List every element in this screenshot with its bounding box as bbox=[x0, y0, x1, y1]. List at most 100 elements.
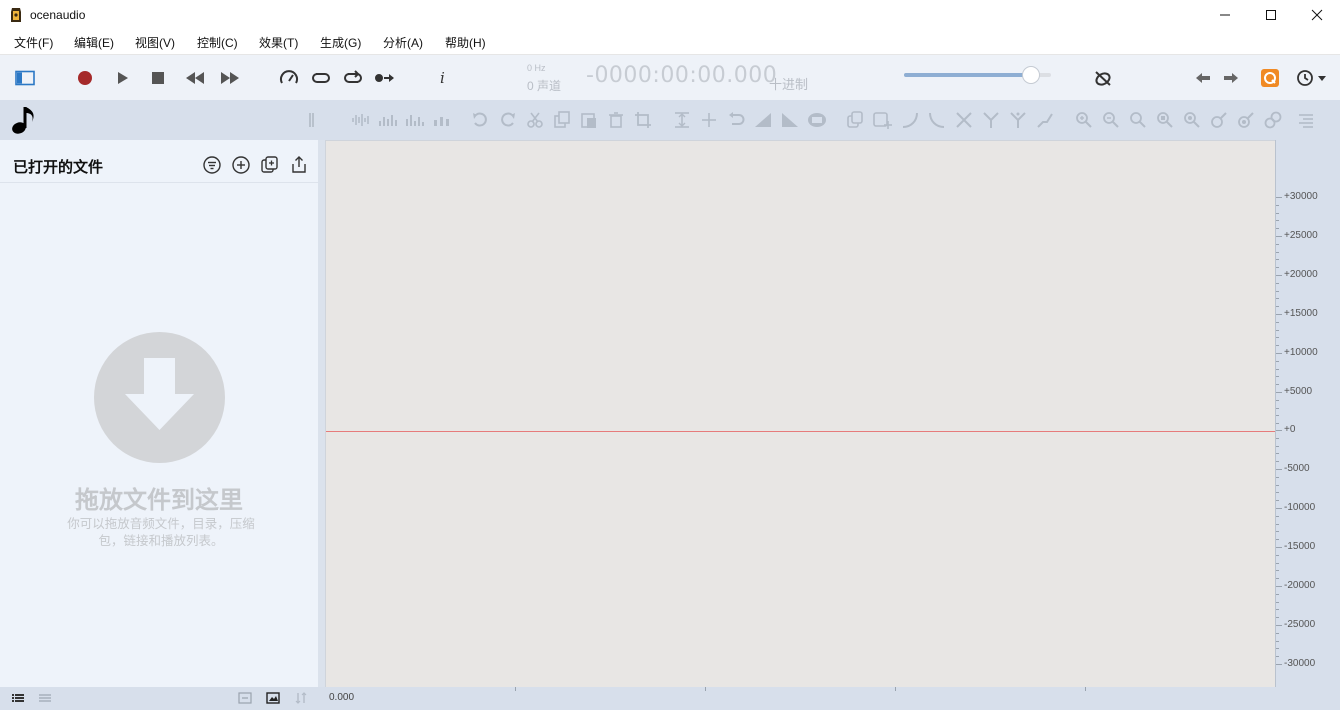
curve-out-icon[interactable] bbox=[926, 109, 948, 131]
split-icon[interactable] bbox=[980, 109, 1002, 131]
fade-out-icon[interactable] bbox=[779, 109, 801, 131]
ruler-tick bbox=[1276, 236, 1282, 237]
back-arrow-icon[interactable] bbox=[1192, 67, 1214, 89]
new-copy-icon[interactable] bbox=[259, 154, 281, 176]
close-button[interactable] bbox=[1294, 0, 1340, 30]
menu-file[interactable]: 文件(F) bbox=[14, 34, 53, 51]
menu-edit[interactable]: 编辑(E) bbox=[74, 34, 114, 51]
menu-analyze[interactable]: 分析(A) bbox=[383, 34, 423, 51]
marker-next-icon[interactable] bbox=[1235, 109, 1257, 131]
ruler-tick bbox=[1276, 664, 1282, 665]
add-region-icon[interactable] bbox=[872, 109, 894, 131]
spectrum-view-icon[interactable] bbox=[404, 109, 426, 131]
timeline-tick bbox=[515, 687, 516, 691]
loop-icon[interactable] bbox=[310, 67, 332, 89]
ruler-minor-tick bbox=[1276, 633, 1279, 634]
ruler-label: -5000 bbox=[1284, 463, 1310, 474]
time-format-label[interactable]: 十进制 bbox=[769, 74, 808, 93]
waveform-view-icon[interactable] bbox=[350, 109, 372, 131]
curve-in-icon[interactable] bbox=[899, 109, 921, 131]
cut-icon[interactable] bbox=[524, 109, 546, 131]
stop-icon[interactable] bbox=[147, 67, 169, 89]
filter-icon[interactable] bbox=[201, 154, 223, 176]
fast-forward-icon[interactable] bbox=[219, 67, 241, 89]
amplitude-ruler: +30000 +25000 +20000 +15000 +10000 +5000 +0 -50… bbox=[1275, 140, 1340, 687]
update-badge-icon[interactable] bbox=[1259, 67, 1281, 89]
ruler-minor-tick bbox=[1276, 617, 1279, 618]
ruler-minor-tick bbox=[1276, 563, 1279, 564]
normalize-icon[interactable] bbox=[806, 109, 828, 131]
marker-icon[interactable] bbox=[1208, 109, 1230, 131]
redo-icon[interactable] bbox=[497, 109, 519, 131]
sidebar-splitter[interactable] bbox=[318, 140, 325, 687]
insert-silence-icon[interactable] bbox=[671, 109, 693, 131]
export-icon[interactable] bbox=[288, 154, 310, 176]
zoom-out-icon[interactable] bbox=[1100, 109, 1122, 131]
crossfade-icon[interactable] bbox=[953, 109, 975, 131]
forward-arrow-icon[interactable] bbox=[1220, 67, 1242, 89]
info-icon[interactable]: i bbox=[432, 67, 454, 89]
menu-help[interactable]: 帮助(H) bbox=[445, 34, 486, 51]
rewind-icon[interactable] bbox=[184, 67, 206, 89]
smooth-icon[interactable] bbox=[1034, 109, 1056, 131]
waveform-area[interactable] bbox=[325, 140, 1276, 687]
menu-generate[interactable]: 生成(G) bbox=[320, 34, 361, 51]
zoom-fit-icon[interactable] bbox=[1154, 109, 1176, 131]
zoom-selection-icon[interactable] bbox=[1127, 109, 1149, 131]
drop-title: 拖放文件到这里 bbox=[75, 487, 243, 514]
undo-icon[interactable] bbox=[469, 109, 491, 131]
merge-icon[interactable] bbox=[1007, 109, 1029, 131]
follow-playhead-icon[interactable] bbox=[374, 67, 396, 89]
timeline-position: 0.000 bbox=[329, 692, 355, 703]
drop-description: 你可以拖放音频文件，目录，压缩包，链接和播放列表。 bbox=[67, 517, 255, 548]
ruler-tick bbox=[1276, 547, 1282, 548]
meter-list-icon[interactable] bbox=[1295, 109, 1317, 131]
compact-view-icon[interactable] bbox=[37, 690, 53, 706]
delete-icon[interactable] bbox=[605, 109, 627, 131]
ruler-tick bbox=[1276, 625, 1282, 626]
ruler-label: +10000 bbox=[1284, 347, 1318, 358]
add-file-icon[interactable] bbox=[230, 154, 252, 176]
music-note-icon bbox=[10, 104, 38, 141]
ruler-minor-tick bbox=[1276, 267, 1279, 268]
copy-icon[interactable] bbox=[551, 109, 573, 131]
ruler-minor-tick bbox=[1276, 555, 1279, 556]
volume-slider-knob[interactable] bbox=[1022, 66, 1040, 84]
toolbar-grip-icon[interactable] bbox=[308, 112, 316, 133]
image-view-icon[interactable] bbox=[265, 690, 281, 706]
history-dropdown-icon[interactable] bbox=[1296, 67, 1328, 89]
reverse-icon[interactable] bbox=[725, 109, 747, 131]
loop-selection-icon[interactable] bbox=[342, 67, 364, 89]
ruler-label: -10000 bbox=[1284, 502, 1316, 513]
link-icon[interactable] bbox=[1262, 109, 1284, 131]
paste-icon[interactable] bbox=[578, 109, 600, 131]
maximize-button[interactable] bbox=[1248, 0, 1294, 30]
play-icon[interactable] bbox=[111, 67, 133, 89]
spectral-view-icon[interactable] bbox=[377, 109, 399, 131]
crop-icon[interactable] bbox=[632, 109, 654, 131]
monitoring-icon[interactable] bbox=[1092, 67, 1114, 89]
ruler-minor-tick bbox=[1276, 492, 1279, 493]
fade-in-icon[interactable] bbox=[752, 109, 774, 131]
sort-icon[interactable] bbox=[293, 690, 309, 706]
ruler-minor-tick bbox=[1276, 252, 1279, 253]
list-view-icon[interactable] bbox=[10, 690, 26, 706]
selection-info-icon[interactable] bbox=[237, 690, 253, 706]
ruler-minor-tick bbox=[1276, 384, 1279, 385]
duplicate-icon[interactable] bbox=[844, 109, 866, 131]
minimize-button[interactable] bbox=[1202, 0, 1248, 30]
menu-effects[interactable]: 效果(T) bbox=[259, 34, 298, 51]
join-icon[interactable] bbox=[698, 109, 720, 131]
menu-view[interactable]: 视图(V) bbox=[135, 34, 175, 51]
window-title: ocenaudio bbox=[30, 8, 86, 22]
ruler-minor-tick bbox=[1276, 291, 1279, 292]
sidebar-toggle-icon[interactable] bbox=[14, 67, 36, 89]
zoom-in-icon[interactable] bbox=[1073, 109, 1095, 131]
speed-gauge-icon[interactable] bbox=[278, 67, 300, 89]
svg-text:i: i bbox=[440, 70, 445, 86]
menu-control[interactable]: 控制(C) bbox=[197, 34, 238, 51]
record-icon[interactable] bbox=[74, 67, 96, 89]
time-display[interactable]: -0000:00:00.000 bbox=[586, 63, 777, 88]
zoom-all-icon[interactable] bbox=[1181, 109, 1203, 131]
level-view-icon[interactable] bbox=[431, 109, 453, 131]
